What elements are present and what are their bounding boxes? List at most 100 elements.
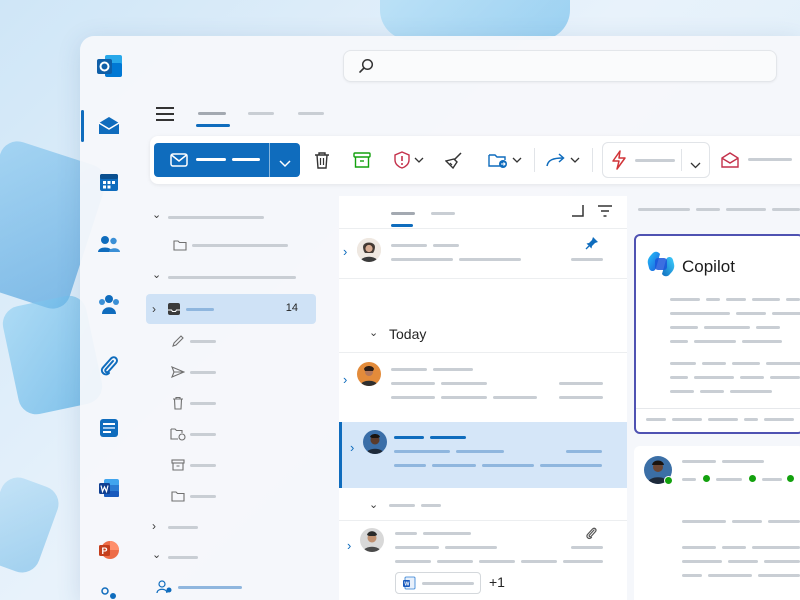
attachment-chip[interactable]: W: [395, 572, 481, 594]
delete-icon[interactable]: [310, 148, 334, 172]
svg-text:P: P: [102, 546, 108, 556]
copilot-title: Copilot: [682, 257, 735, 276]
message-item[interactable]: ›: [339, 354, 627, 420]
account-header[interactable]: ⌄: [138, 202, 318, 232]
presence-available-icon: [664, 476, 673, 485]
inbox-unread-count: 14: [285, 302, 298, 314]
ribbon-divider: [592, 148, 593, 172]
tab-help[interactable]: [298, 102, 328, 132]
calendar-icon[interactable]: [97, 170, 121, 194]
tab-focused[interactable]: [391, 196, 415, 228]
background-glass-shape: [0, 472, 64, 578]
new-mail-split-divider: [269, 143, 270, 177]
folder-icon: [172, 237, 188, 253]
message-item-pinned[interactable]: ›: [339, 230, 627, 276]
scheduled-folder-icon: [170, 426, 186, 442]
shared-people-icon: [156, 579, 172, 595]
folder-item-drafts[interactable]: [138, 326, 318, 356]
more-apps-icon[interactable]: [97, 581, 121, 600]
planner-icon[interactable]: [97, 416, 121, 440]
chevron-down-icon[interactable]: [690, 156, 701, 174]
app-rail: P: [80, 36, 138, 600]
message-list: › ⌄ Today › › ⌄ › W +1: [339, 196, 627, 600]
avatar: [363, 430, 387, 454]
attachment-icon: [585, 526, 597, 545]
quick-steps-dropdown[interactable]: [602, 142, 710, 178]
tab-home[interactable]: [196, 102, 230, 132]
copilot-card[interactable]: Copilot: [634, 234, 800, 434]
forward-icon[interactable]: [544, 148, 568, 172]
outlook-window: P ⌄ ⌄ › 14 › ⌄ › ⌄ Today › › ⌄ › W +1 Co…: [80, 36, 800, 600]
background-glass-shape: [380, 0, 570, 40]
account-header[interactable]: ⌄: [138, 262, 318, 292]
read-unread-icon[interactable]: [718, 148, 742, 172]
folder-item[interactable]: [138, 481, 318, 511]
archive-icon: [170, 457, 186, 473]
chevron-down-icon[interactable]: [568, 148, 582, 172]
inbox-icon: [166, 301, 182, 317]
chevron-down-icon[interactable]: [279, 155, 291, 173]
chevron-down-icon: ⌄: [369, 327, 379, 339]
menu-icon[interactable]: [156, 106, 176, 122]
chevron-right-icon: ›: [152, 302, 156, 316]
delete-icon: [170, 395, 186, 411]
search-box[interactable]: [343, 50, 777, 82]
svg-text:W: W: [404, 582, 410, 588]
folder-item-inbox[interactable]: › 14: [146, 294, 316, 324]
ribbon-divider: [534, 148, 535, 172]
folder-item-sent[interactable]: [138, 357, 318, 387]
chevron-right-icon: ›: [350, 440, 355, 455]
filter-icon[interactable]: [597, 204, 613, 222]
tab-other[interactable]: [431, 196, 455, 228]
folder-item[interactable]: [138, 230, 318, 260]
select-mode-icon[interactable]: [571, 204, 585, 223]
mail-icon[interactable]: [97, 114, 121, 138]
folder-item-archive[interactable]: [138, 450, 318, 480]
flag-icon: [611, 150, 627, 175]
powerpoint-icon[interactable]: P: [97, 538, 121, 562]
word-icon[interactable]: [97, 476, 121, 500]
chevron-down-icon: ⌄: [152, 269, 162, 281]
group-header[interactable]: ⌄: [339, 490, 627, 520]
more-attachments-count: +1: [489, 574, 505, 590]
group-label-today: Today: [389, 326, 427, 342]
collapsed-group[interactable]: ›: [138, 512, 318, 542]
word-document-icon: W: [402, 576, 416, 595]
chevron-down-icon[interactable]: [510, 148, 524, 172]
folder-icon: [170, 488, 186, 504]
presence-available-icon: [786, 474, 795, 483]
avatar: [357, 238, 381, 262]
chevron-right-icon: ›: [347, 538, 352, 553]
account-header[interactable]: ⌄: [138, 542, 318, 572]
groups-icon[interactable]: [97, 292, 121, 316]
people-icon[interactable]: [97, 232, 121, 256]
shared-item[interactable]: [138, 572, 318, 600]
group-header-today[interactable]: ⌄ Today: [339, 318, 627, 350]
chevron-down-icon: ⌄: [152, 209, 162, 221]
reading-pane: Copilot: [634, 196, 800, 600]
chevron-down-icon[interactable]: [412, 148, 426, 172]
sweep-icon[interactable]: [442, 148, 466, 172]
report-icon[interactable]: [390, 148, 414, 172]
tab-view[interactable]: [248, 102, 278, 132]
folder-item-scheduled[interactable]: [138, 419, 318, 449]
new-mail-button[interactable]: [154, 143, 300, 177]
send-icon: [170, 364, 186, 380]
message-item-selected[interactable]: ›: [339, 422, 627, 488]
chevron-down-icon: ⌄: [369, 499, 379, 511]
chevron-right-icon: ›: [343, 372, 348, 387]
rail-active-indicator: [81, 110, 84, 142]
message-list-header: [339, 196, 627, 228]
pin-icon[interactable]: [585, 236, 599, 255]
folder-item-deleted[interactable]: [138, 388, 318, 418]
search-input[interactable]: [382, 56, 762, 76]
message-item[interactable]: › W +1: [339, 522, 627, 600]
archive-icon[interactable]: [350, 148, 374, 172]
attachment-icon[interactable]: [97, 354, 121, 378]
move-icon[interactable]: [486, 148, 510, 172]
presence-available-icon: [702, 474, 711, 483]
drafts-icon: [170, 333, 186, 349]
avatar: [360, 528, 384, 552]
new-mail-icon: [170, 153, 188, 172]
email-card[interactable]: [634, 446, 800, 600]
